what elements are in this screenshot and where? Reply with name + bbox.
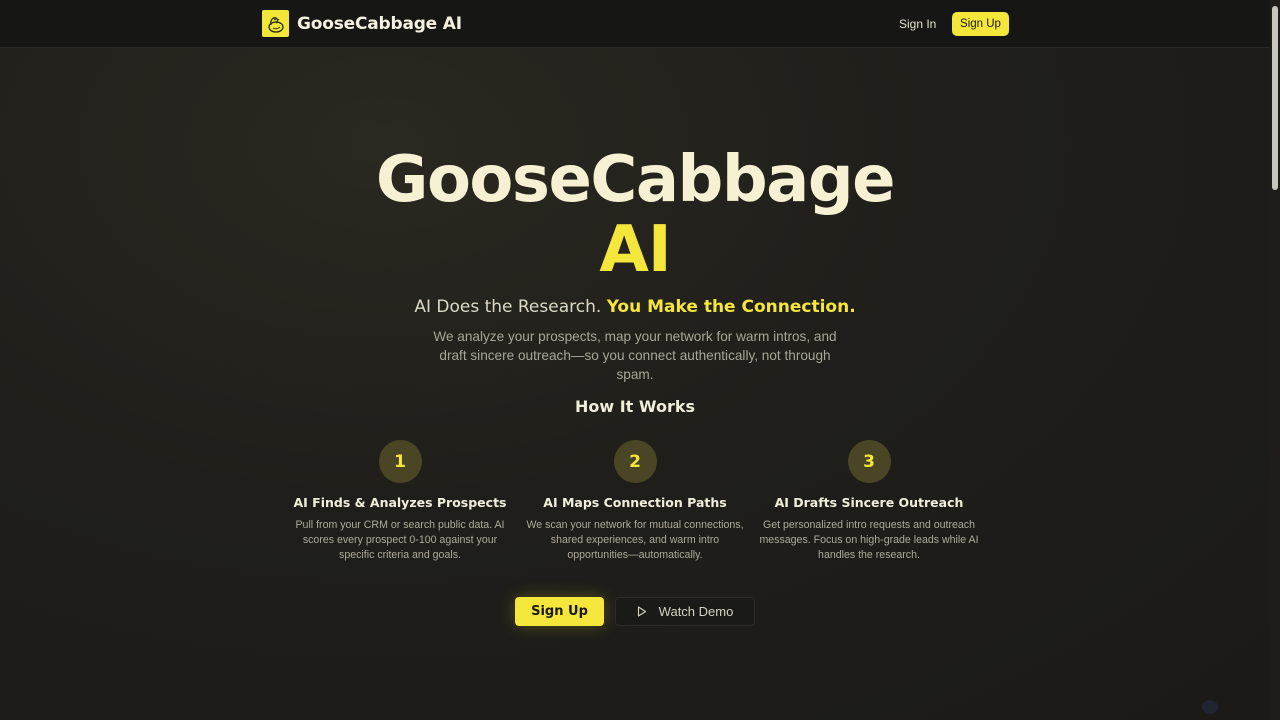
step-description: Pull from your CRM or search public data… [295,519,505,561]
brand-name: GooseCabbage AI [297,13,462,34]
hero-title-line2: AI [599,213,671,287]
step-number-badge: 2 [613,440,657,483]
top-nav-bar: GooseCabbage AI Sign In Sign Up [0,0,1270,48]
step-title: AI Drafts Sincere Outreach [774,495,964,510]
step-card-1: 1 AI Finds & Analyzes Prospects Pull fro… [290,440,510,563]
scrollbar-thumb[interactable] [1272,6,1278,190]
hero-subtitle: We analyze your prospects, map your netw… [433,329,837,382]
sign-up-button-header[interactable]: Sign Up [952,12,1009,36]
watch-demo-label: Watch Demo [658,604,734,619]
brand[interactable]: GooseCabbage AI [262,10,462,37]
step-number-badge: 3 [847,440,891,483]
floating-widget-icon[interactable] [1202,700,1218,714]
sign-in-link[interactable]: Sign In [890,14,945,34]
watch-demo-button[interactable]: Watch Demo [615,597,755,626]
goose-icon [262,10,289,37]
step-card-2: 2 AI Maps Connection Paths We scan your … [525,440,745,563]
tagline-plain: AI Does the Research. [414,297,607,317]
tagline: AI Does the Research. You Make the Conne… [0,296,1270,318]
step-title: AI Finds & Analyzes Prospects [293,495,507,510]
step-card-3: 3 AI Drafts Sincere Outreach Get persona… [759,440,979,563]
step-description: Get personalized intro requests and outr… [759,519,979,561]
how-it-works-heading: How It Works [574,397,696,416]
step-number-badge: 1 [378,440,422,483]
hero-title-line1: GooseCabbage [375,143,896,217]
sign-up-button-hero[interactable]: Sign Up [515,597,604,626]
step-description: We scan your network for mutual connecti… [526,519,744,561]
play-icon [637,606,647,617]
step-title: AI Maps Connection Paths [543,495,727,510]
scrollbar[interactable] [1270,0,1280,720]
tagline-highlight: You Make the Connection. [606,297,856,317]
